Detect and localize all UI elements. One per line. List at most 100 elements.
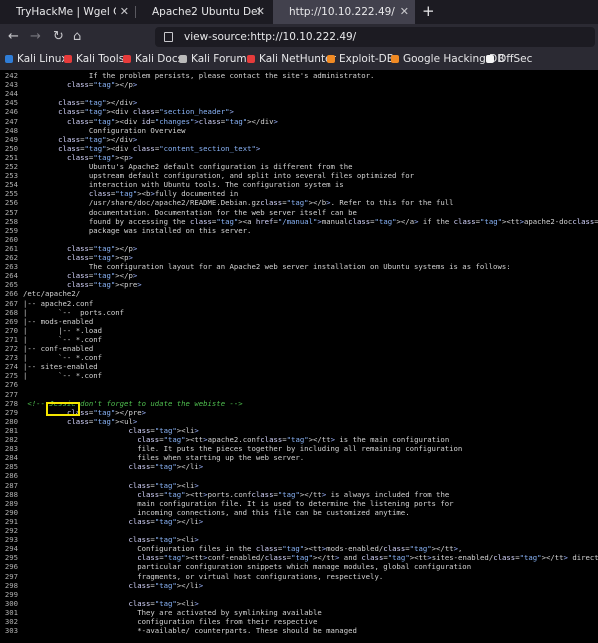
line-code: class="tag"><li> [128, 535, 199, 545]
source-line: 276 [0, 380, 23, 389]
line-number: 300 [4, 598, 18, 608]
address-bar[interactable]: view-source:http://10.10.222.49/ [155, 27, 595, 47]
kali-dragon-icon [5, 55, 13, 63]
new-tab-icon[interactable]: + [422, 2, 435, 20]
source-line: 242 If the problem persists, please cont… [0, 71, 375, 80]
source-line: 301 They are activated by symlinking ava… [0, 608, 322, 617]
source-line: 294 Configuration files in the class="ta… [0, 544, 463, 553]
reload-icon[interactable]: ↻ [53, 29, 64, 44]
source-line: 248 Configuration Overview [0, 126, 186, 135]
source-line: 262 class="tag"><p> [0, 253, 133, 262]
line-code: class="tag"><div class="section_header"> [58, 107, 234, 117]
highlight-box [46, 402, 80, 416]
source-line: 275 | `-- *.conf [0, 371, 102, 380]
source-line: 259 package was installed on this server… [0, 225, 252, 235]
line-code: class="tag"></pre> [66, 407, 147, 417]
line-code: If the problem persists, please contact … [23, 71, 375, 80]
source-line: 251 class="tag"><p> [0, 153, 133, 162]
line-number: 291 [4, 516, 18, 526]
bookmark-kali-forums[interactable]: Kali Forums [179, 53, 252, 65]
line-code: package was installed on this server. [23, 225, 252, 235]
line-code: fragments, or virtual host configuration… [23, 571, 384, 581]
line-code: class="tag"><b>fully documented in [88, 189, 239, 199]
line-number: 301 [4, 607, 18, 617]
line-number: 273 [4, 353, 18, 363]
bookmark-label: Kali Docs [135, 53, 184, 65]
source-line: 298 class="tag"></li> [0, 581, 203, 590]
source-line: 260 [0, 235, 23, 244]
bookmark-label: Kali Forums [191, 53, 253, 65]
source-line: 269 |-- mods-enabled [0, 317, 93, 326]
line-number: 292 [4, 526, 18, 535]
line-code: class="tag"></p> [66, 80, 138, 90]
line-code: file. It puts the pieces together by inc… [23, 444, 463, 454]
tab-view-source[interactable]: http://10.10.222.49/ ✕ [273, 0, 415, 24]
tab-apache-default[interactable]: Apache2 Ubuntu Default Pag ✕ [136, 0, 271, 24]
line-number: 297 [4, 571, 18, 581]
forward-arrow-icon[interactable]: → [30, 29, 41, 44]
line-code: class="tag"><p> [66, 253, 133, 262]
source-line: 272 |-- conf-enabled [0, 344, 93, 353]
page-icon [164, 32, 173, 42]
url-text: view-source:http://10.10.222.49/ [184, 31, 357, 43]
source-line: 273 | `-- *.conf [0, 353, 102, 362]
navigation-toolbar: ← → ↻ ⌂ view-source:http://10.10.222.49/ [0, 24, 598, 50]
bookmark-offsec[interactable]: OffSec [486, 53, 532, 65]
source-line: 256 /usr/share/doc/apache2/README.Debian… [0, 198, 454, 207]
close-icon[interactable]: ✕ [120, 5, 129, 18]
line-code: particular configuration snippets which … [23, 562, 472, 572]
source-line: 295 class="tag"><tt>conf-enabled/class="… [0, 553, 598, 562]
line-number: 276 [4, 380, 18, 390]
tab-title: TryHackMe | Wgel CTF [16, 6, 116, 18]
source-line: 267 |-- apache2.conf [0, 299, 93, 308]
line-code: class="tag"></p> [66, 243, 138, 253]
line-number: 284 [4, 453, 18, 463]
line-number: 302 [4, 617, 18, 626]
line-number: 274 [4, 362, 18, 372]
tab-title: http://10.10.222.49/ [289, 6, 395, 18]
back-arrow-icon[interactable]: ← [8, 29, 19, 44]
source-line: 282 class="tag"><tt>apache2.confclass="t… [0, 435, 449, 444]
source-line: 249 class="tag"></div> [0, 135, 137, 144]
line-number: 258 [4, 216, 18, 226]
bookmarks-bar: Kali Linux Kali Tools Kali Docs Kali For… [0, 50, 598, 70]
bookmark-kali-linux[interactable]: Kali Linux [5, 53, 68, 65]
bookmark-kali-docs[interactable]: Kali Docs [123, 53, 183, 65]
nethunter-icon [247, 55, 255, 63]
bookmark-label: Kali NetHunter [259, 53, 336, 65]
line-code: class="tag"></div> [58, 134, 138, 144]
line-number: 245 [4, 98, 18, 108]
source-line: 287 class="tag"><li> [0, 481, 199, 490]
line-number: 283 [4, 444, 18, 454]
bookmark-label: Exploit-DB [339, 53, 394, 65]
line-code: class="tag"></li> [128, 516, 204, 526]
line-number: 287 [4, 480, 18, 490]
line-number: 242 [4, 71, 18, 80]
source-line: 246 class="tag"><div class="section_head… [0, 107, 234, 116]
google-hacking-db-icon [391, 55, 399, 63]
source-line: 289 main configuration file. It is used … [0, 499, 454, 508]
close-icon[interactable]: ✕ [400, 5, 409, 18]
source-line: 258 found by accessing the class="tag"><… [0, 217, 598, 226]
line-code: found by accessing the class="tag"><a hr… [23, 216, 598, 226]
bookmark-kali-nethunter[interactable]: Kali NetHunter [247, 53, 336, 65]
line-code: class="tag"><div id="changes">class="tag… [66, 116, 278, 126]
tab-tryhackme[interactable]: TryHackMe | Wgel CTF ✕ [0, 0, 135, 24]
source-line: 303 *-available/ counterparts. These sho… [0, 626, 357, 635]
source-line: 245 class="tag"></div> [0, 98, 137, 107]
line-code: documentation. Documentation for the web… [23, 207, 357, 217]
home-icon[interactable]: ⌂ [73, 29, 81, 44]
line-number: 257 [4, 207, 18, 217]
line-number: 265 [4, 280, 18, 290]
line-number: 293 [4, 535, 18, 545]
line-number: 298 [4, 580, 18, 590]
bookmark-exploit-db[interactable]: Exploit-DB [327, 53, 394, 65]
line-code: Ubuntu's Apache2 default configuration i… [23, 162, 353, 171]
line-number: 281 [4, 425, 18, 435]
offsec-icon [486, 55, 494, 63]
line-code: class="tag"><li> [128, 425, 199, 435]
kali-forums-icon [179, 55, 187, 63]
source-line: 288 class="tag"><tt>ports.confclass="tag… [0, 490, 449, 499]
close-icon[interactable]: ✕ [256, 5, 265, 18]
bookmark-kali-tools[interactable]: Kali Tools [64, 53, 124, 65]
